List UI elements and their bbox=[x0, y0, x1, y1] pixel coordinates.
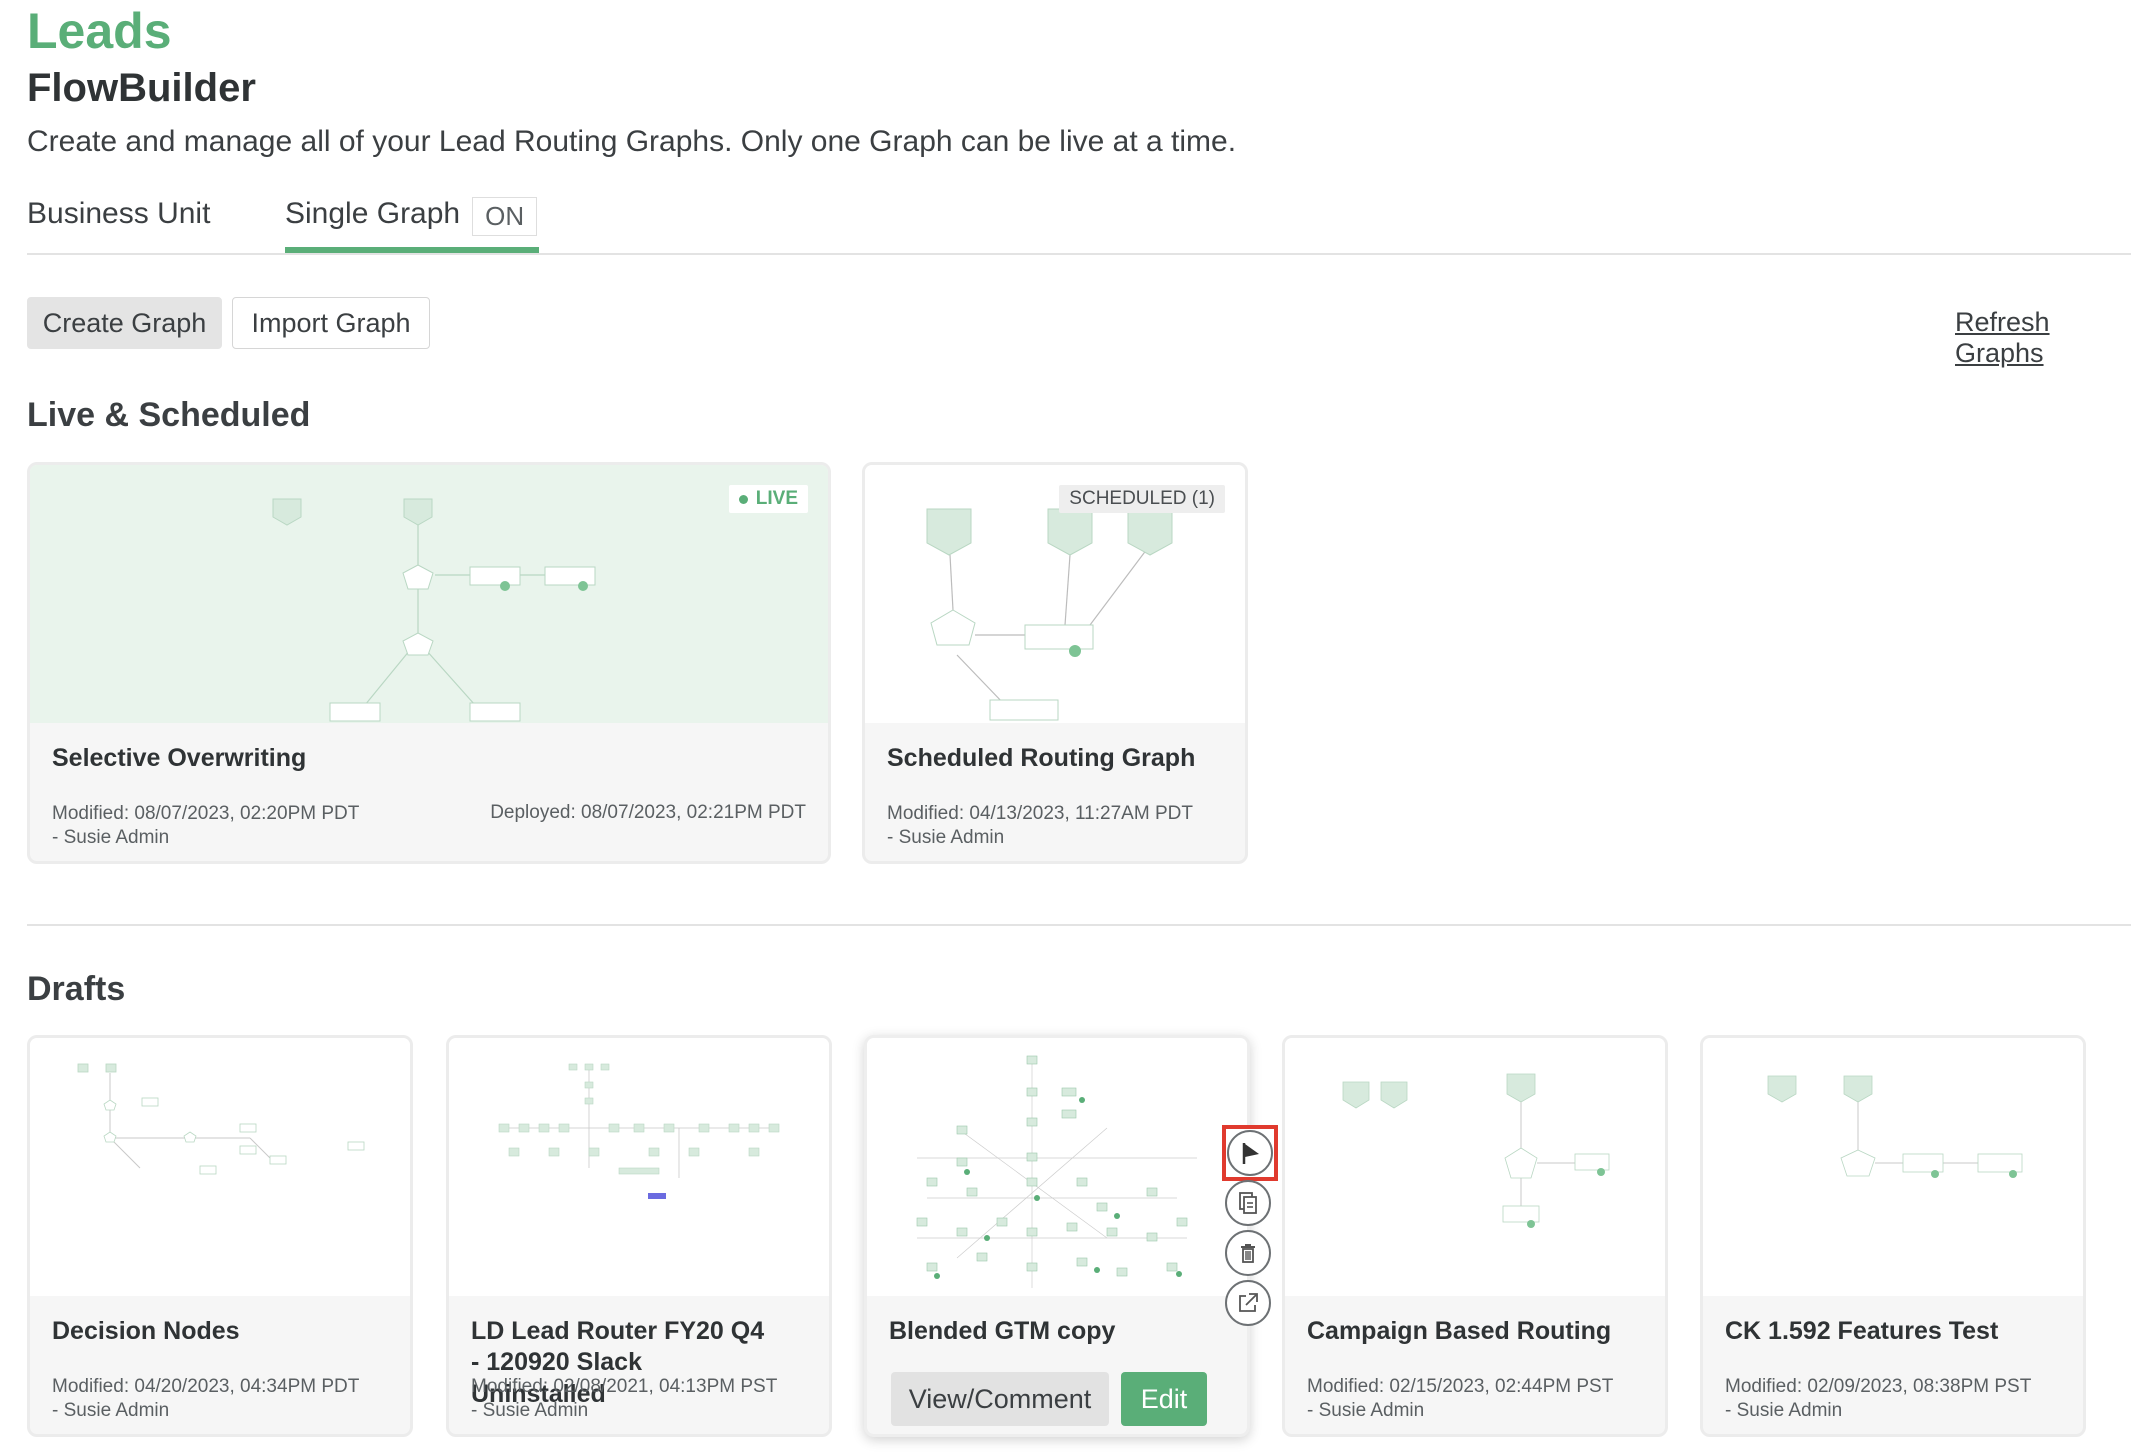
tab-single-graph[interactable]: Single Graph ON bbox=[285, 197, 540, 253]
graph-author: - Susie Admin bbox=[52, 1400, 170, 1421]
page-description: Create and manage all of your Lead Routi… bbox=[27, 125, 1237, 158]
graph-modified: Modified: 08/07/2023, 02:20PM PDT bbox=[52, 803, 360, 824]
section-title-drafts: Drafts bbox=[27, 970, 126, 1008]
export-button[interactable] bbox=[1225, 1280, 1271, 1326]
graph-name: CK 1.592 Features Test bbox=[1725, 1317, 1999, 1345]
tab-business-unit-label: Business Unit bbox=[27, 197, 211, 230]
refresh-graphs-link[interactable]: Refresh Graphs bbox=[1955, 307, 2140, 369]
create-graph-button[interactable]: Create Graph bbox=[27, 297, 222, 349]
graph-preview bbox=[498, 1063, 780, 1199]
graph-thumbnail bbox=[867, 1038, 1247, 1296]
duplicate-button[interactable] bbox=[1225, 1180, 1271, 1226]
graph-name: Selective Overwriting bbox=[52, 744, 307, 772]
graph-thumbnail bbox=[1285, 1038, 1665, 1296]
graph-deployed: Deployed: 08/07/2023, 02:21PM PDT bbox=[490, 802, 806, 823]
scheduled-badge: SCHEDULED (1) bbox=[1059, 485, 1225, 513]
graph-author: - Susie Admin bbox=[52, 827, 170, 848]
app-title: Leads bbox=[27, 3, 172, 59]
live-badge-label: LIVE bbox=[755, 488, 798, 509]
graph-name: Decision Nodes bbox=[52, 1317, 240, 1345]
flag-button-highlight[interactable] bbox=[1222, 1125, 1278, 1181]
import-graph-button[interactable]: Import Graph bbox=[232, 297, 430, 349]
graph-modified: Modified: 02/08/2021, 04:13PM PST bbox=[471, 1376, 778, 1397]
card-actions: View/Comment Edit bbox=[891, 1372, 1207, 1426]
graph-preview bbox=[272, 498, 596, 722]
copy-icon bbox=[1239, 1192, 1257, 1214]
tab-business-unit[interactable]: Business Unit bbox=[27, 197, 210, 253]
section-title-live: Live & Scheduled bbox=[27, 396, 311, 434]
graph-preview bbox=[916, 1055, 1197, 1288]
edit-button[interactable]: Edit bbox=[1121, 1372, 1207, 1426]
live-dot-icon bbox=[738, 494, 748, 504]
live-badge: LIVE bbox=[728, 485, 808, 513]
trash-icon bbox=[1241, 1244, 1255, 1263]
graph-card-decision-nodes[interactable]: Decision Nodes Modified: 04/20/2023, 04:… bbox=[27, 1035, 413, 1437]
flag-button[interactable] bbox=[1227, 1130, 1273, 1176]
graph-thumbnail: LIVE bbox=[30, 465, 828, 723]
page-title: FlowBuilder bbox=[27, 66, 256, 110]
graph-modified: Modified: 04/20/2023, 04:34PM PDT bbox=[52, 1376, 360, 1397]
graph-author: - Susie Admin bbox=[1307, 1400, 1425, 1421]
graph-preview bbox=[1767, 1075, 2023, 1178]
graph-thumbnail bbox=[1703, 1038, 2083, 1296]
graph-preview bbox=[1342, 1073, 1610, 1228]
graph-modified: Modified: 02/15/2023, 02:44PM PST bbox=[1307, 1376, 1614, 1397]
graph-card-blended-gtm-copy[interactable]: Blended GTM copy View/Comment Edit bbox=[864, 1035, 1250, 1437]
graph-name: Scheduled Routing Graph bbox=[887, 744, 1196, 772]
flag-icon bbox=[1242, 1143, 1259, 1164]
graph-thumbnail bbox=[30, 1038, 410, 1296]
graph-card-ck-features-test[interactable]: CK 1.592 Features Test Modified: 02/09/2… bbox=[1700, 1035, 2086, 1437]
graph-card-scheduled-routing[interactable]: SCHEDULED (1) Scheduled Routing Graph Mo… bbox=[862, 462, 1248, 864]
delete-button[interactable] bbox=[1225, 1230, 1271, 1276]
tab-single-graph-label: Single Graph bbox=[285, 197, 461, 230]
graph-author: - Susie Admin bbox=[471, 1400, 589, 1421]
graph-modified: Modified: 02/09/2023, 08:38PM PST bbox=[1725, 1376, 2032, 1397]
graph-name: Campaign Based Routing bbox=[1307, 1317, 1612, 1345]
graph-preview bbox=[77, 1063, 365, 1175]
section-divider bbox=[27, 924, 2131, 926]
graph-modified: Modified: 04/13/2023, 11:27AM PDT bbox=[887, 803, 1193, 824]
export-icon bbox=[1239, 1293, 1258, 1312]
graph-card-ld-lead-router[interactable]: LD Lead Router FY20 Q4 - 120920 Slack Un… bbox=[446, 1035, 832, 1437]
graph-card-campaign-based-routing[interactable]: Campaign Based Routing Modified: 02/15/2… bbox=[1282, 1035, 1668, 1437]
graph-author: - Susie Admin bbox=[1725, 1400, 1843, 1421]
status-badge: ON bbox=[472, 197, 538, 236]
graph-author: - Susie Admin bbox=[887, 827, 1005, 848]
graph-name: Blended GTM copy bbox=[889, 1317, 1116, 1345]
graph-thumbnail: SCHEDULED (1) bbox=[865, 465, 1245, 723]
graph-thumbnail bbox=[449, 1038, 829, 1296]
graph-card-selective-overwriting[interactable]: LIVE Selective Overwriting Modified: 08/… bbox=[27, 462, 831, 864]
tab-divider bbox=[27, 253, 2131, 255]
view-comment-button[interactable]: View/Comment bbox=[891, 1372, 1109, 1426]
